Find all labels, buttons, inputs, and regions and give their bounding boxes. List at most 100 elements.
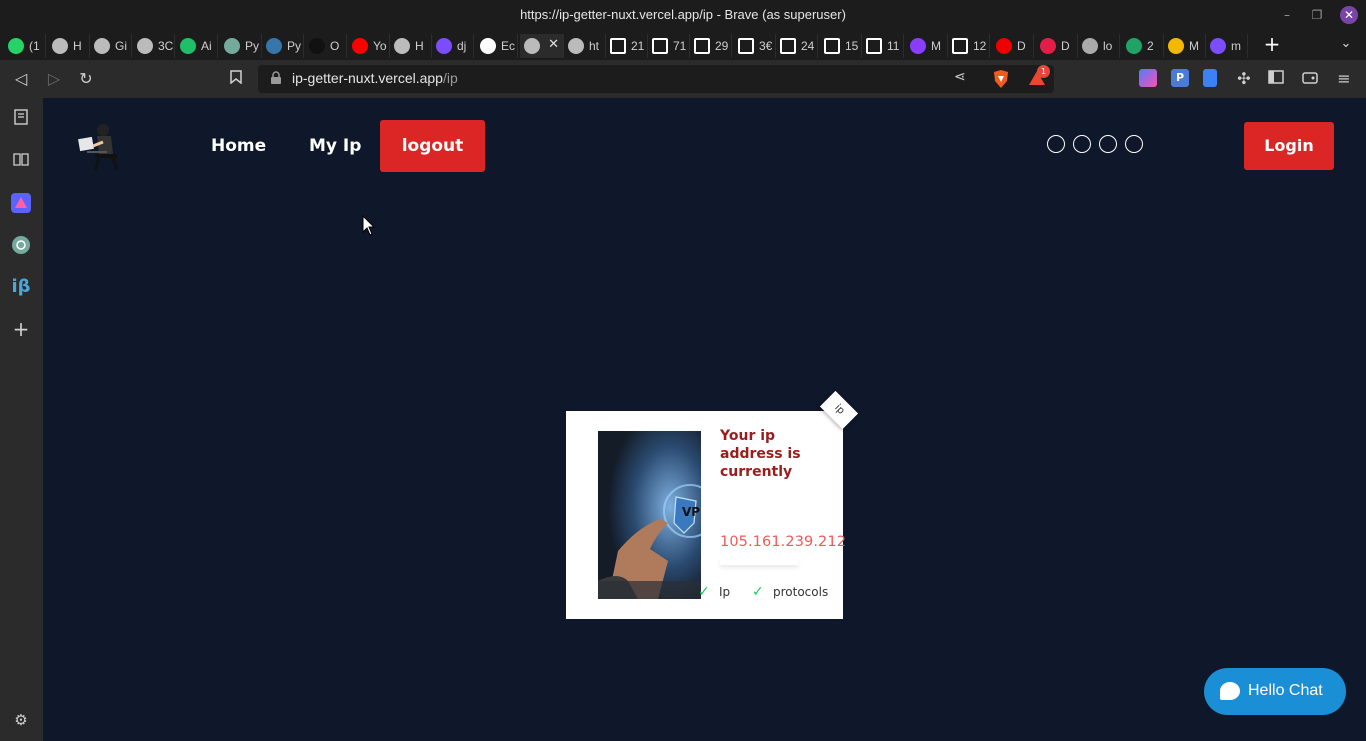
tab-title: 12	[973, 39, 987, 53]
openai-dark-icon	[309, 38, 325, 54]
nav-home-link[interactable]: Home	[211, 136, 266, 156]
browser-tab[interactable]: 11	[862, 34, 904, 58]
tab-title: M	[1189, 39, 1199, 53]
ib-icon[interactable]: iβ	[11, 277, 31, 297]
ip-underline	[720, 557, 798, 565]
extension-doc-icon[interactable]	[1203, 69, 1217, 87]
whatsapp-icon	[8, 38, 24, 54]
browser-tab[interactable]: D	[992, 34, 1034, 58]
browser-tab[interactable]: Gi	[90, 34, 132, 58]
browser-tab[interactable]: 12	[948, 34, 990, 58]
browser-tab[interactable]: M	[1164, 34, 1206, 58]
ip-address-value: 105.161.239.212	[720, 534, 847, 550]
circle-icon[interactable]	[1047, 135, 1065, 153]
globe-icon	[568, 38, 584, 54]
back-icon[interactable]: ◁	[10, 68, 32, 90]
site-logo[interactable]	[73, 120, 127, 172]
close-icon[interactable]: ✕	[1340, 6, 1358, 24]
ip-tag: ip	[819, 390, 859, 430]
reading-list-icon[interactable]	[11, 151, 31, 171]
rewards-badge: 1	[1037, 65, 1050, 78]
app-sidebar-icon[interactable]	[11, 193, 31, 213]
globe-icon	[524, 38, 540, 54]
sidebar-toggle-icon[interactable]	[1265, 68, 1287, 90]
vpn-photo: VP	[598, 431, 701, 599]
forward-icon[interactable]: ▷	[43, 68, 65, 90]
f-icon	[694, 38, 710, 54]
browser-tab[interactable]: ht	[564, 34, 606, 58]
close-tab-icon[interactable]: ✕	[548, 37, 559, 52]
add-panel-icon[interactable]: +	[11, 319, 31, 339]
minimize-icon[interactable]: –	[1278, 6, 1296, 24]
browser-tab[interactable]: 71	[648, 34, 690, 58]
extension-app-icon[interactable]	[1139, 69, 1157, 87]
tab-title: ht	[589, 39, 600, 53]
check-icon: ✓	[752, 584, 764, 600]
browser-tab[interactable]: dj	[432, 34, 474, 58]
app-purple-icon	[910, 38, 926, 54]
tab-title: Gi	[115, 39, 127, 53]
browser-tab[interactable]: 24	[776, 34, 818, 58]
brave-shields-icon[interactable]	[992, 69, 1010, 89]
tab-title: H	[415, 39, 424, 53]
browser-tab[interactable]: Ec	[476, 34, 518, 58]
puzzle-icon[interactable]: ✣	[1233, 68, 1255, 90]
tab-title: Yo	[373, 39, 387, 53]
circle-icon[interactable]	[1073, 135, 1091, 153]
tab-title: 2	[1147, 39, 1154, 53]
browser-tab[interactable]: M	[906, 34, 948, 58]
chevron-down-icon[interactable]: ⌄	[1338, 36, 1354, 51]
tab-strip: (1 H Gi 3C Ai Py Py O Yo Hdj Ec ✕ ht 21 71 29 3€ 24 15 11 M 1…	[0, 30, 1366, 60]
browser-tab[interactable]: Py	[220, 34, 262, 58]
share-icon[interactable]: ⋖	[954, 69, 966, 85]
browser-tab[interactable]: 3€	[734, 34, 776, 58]
browser-tab[interactable]: ✕	[520, 34, 564, 58]
browser-toolbar: ◁ ▷ ↻ ip-getter-nuxt.vercel.app/ip ⋖ 1 P…	[0, 60, 1366, 98]
browser-tab[interactable]: Py	[262, 34, 304, 58]
app-icon	[436, 38, 452, 54]
browser-tab[interactable]: (1	[4, 34, 46, 58]
window-titlebar: https://ip-getter-nuxt.vercel.app/ip - B…	[0, 0, 1366, 30]
bookmarks-icon[interactable]	[11, 109, 31, 129]
circle-icon[interactable]	[1099, 135, 1117, 153]
settings-gear-icon[interactable]: ⚙	[11, 710, 31, 730]
tab-title: Ec	[501, 39, 516, 53]
new-tab-button[interactable]: +	[1262, 34, 1282, 56]
browser-tab[interactable]: lo	[1078, 34, 1120, 58]
wallet-icon[interactable]	[1299, 68, 1321, 90]
logout-button[interactable]: logout	[380, 120, 485, 172]
f-icon	[952, 38, 968, 54]
browser-tab[interactable]: 21	[606, 34, 648, 58]
browser-tab[interactable]: D	[1036, 34, 1078, 58]
ip-heading: Your ip address is currently	[720, 428, 801, 480]
tab-title: M	[931, 39, 941, 53]
browser-tab[interactable]: Yo	[348, 34, 390, 58]
browser-tab[interactable]: H	[390, 34, 432, 58]
circle-icon[interactable]	[1125, 135, 1143, 153]
chatgpt-icon[interactable]	[11, 235, 31, 255]
browser-tab[interactable]: 29	[690, 34, 732, 58]
browser-tab[interactable]: 15	[820, 34, 862, 58]
login-button[interactable]: Login	[1244, 122, 1334, 170]
extension-p-icon[interactable]: P	[1171, 69, 1189, 87]
browser-tab[interactable]: 3C	[133, 34, 175, 58]
browser-tab[interactable]: m	[1206, 34, 1248, 58]
check-icon: ✓	[698, 584, 710, 600]
f-icon	[780, 38, 796, 54]
bookmark-icon[interactable]	[225, 68, 247, 90]
vpn-text: VP	[682, 505, 701, 519]
browser-tab[interactable]: O	[305, 34, 347, 58]
hello-chat-button[interactable]: Hello Chat	[1204, 668, 1346, 715]
address-bar[interactable]: ip-getter-nuxt.vercel.app/ip ⋖ 1	[258, 65, 1054, 93]
tab-title: 21	[631, 39, 645, 53]
browser-tab[interactable]: Ai	[176, 34, 218, 58]
nav-my-ip-link[interactable]: My Ip	[309, 136, 361, 156]
menu-icon[interactable]: ≡	[1333, 68, 1355, 90]
tab-title: lo	[1103, 39, 1113, 53]
openai-icon	[224, 38, 240, 54]
red-icon	[1040, 38, 1056, 54]
reload-icon[interactable]: ↻	[75, 68, 97, 90]
browser-tab[interactable]: H	[48, 34, 90, 58]
restore-icon[interactable]: ❐	[1308, 6, 1326, 24]
browser-tab[interactable]: 2	[1122, 34, 1164, 58]
